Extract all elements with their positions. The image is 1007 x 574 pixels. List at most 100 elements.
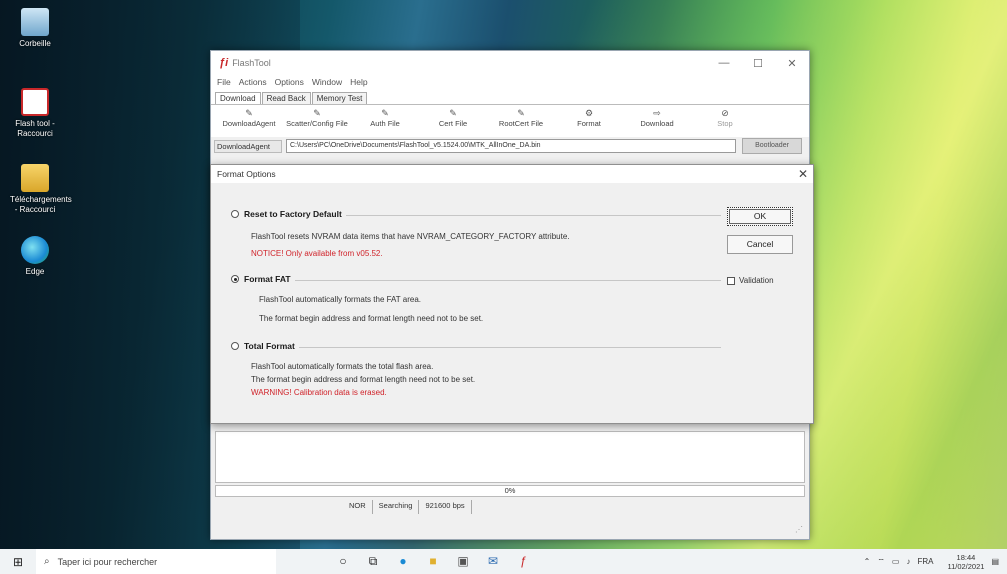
search-placeholder: Taper ici pour rechercher [57, 556, 158, 567]
cortana-icon[interactable]: ○ [328, 554, 358, 569]
status-bar: NOR Searching 921600 bps [215, 500, 805, 514]
menu-actions[interactable]: Actions [239, 77, 267, 87]
radio-total-format[interactable] [231, 342, 239, 350]
dialog-title: Format Options [217, 169, 276, 179]
option-reset-notice: NOTICE! Only available from v05.52. [251, 249, 383, 258]
option-total-desc: FlashTool automatically formats the tota… [251, 362, 434, 371]
taskbar-apps: ○ ⧉ ● ■ ▣ ✉ ƒ [328, 554, 538, 569]
menu-file[interactable]: File [217, 77, 231, 87]
menu-bar: File Actions Options Window Help [211, 75, 809, 89]
format-button[interactable]: ⚙ Format [555, 105, 623, 137]
format-icon: ⚙ [584, 108, 594, 118]
cert-file-icon: ✎ [449, 108, 457, 118]
taskbar: ⊞ ⌕ Taper ici pour rechercher ○ ⧉ ● ■ ▣ … [0, 549, 1007, 574]
download-button[interactable]: ⇨ Download [623, 105, 691, 137]
store-icon[interactable]: ▣ [448, 554, 478, 569]
tab-read-back[interactable]: Read Back [261, 92, 311, 104]
option-reset-desc: FlashTool resets NVRAM data items that h… [251, 232, 570, 241]
download-agent-icon: ✎ [245, 108, 253, 118]
option-total-format[interactable]: Total Format [231, 341, 299, 351]
download-icon: ⇨ [653, 108, 661, 118]
search-icon: ⌕ [44, 556, 50, 567]
menu-help[interactable]: Help [350, 77, 367, 87]
status-state: Searching [373, 500, 420, 514]
cancel-button[interactable]: Cancel [727, 235, 793, 254]
volume-icon[interactable]: ♪ [906, 557, 910, 566]
clock[interactable]: 18:44 11/02/2021 [940, 553, 984, 571]
clock-date: 11/02/2021 [947, 561, 985, 571]
download-agent-path-field[interactable]: C:\Users\PC\OneDrive\Documents\FlashTool… [286, 139, 736, 153]
cert-file-button[interactable]: ✎ Cert File [419, 105, 487, 137]
validation-checkbox-box[interactable] [727, 276, 735, 285]
ok-button[interactable]: OK [727, 207, 793, 226]
option-fat-desc: FlashTool automatically formats the FAT … [259, 295, 421, 304]
toolbar: ✎ DownloadAgent ✎ Scatter/Config File ✎ … [211, 105, 809, 137]
folder-icon [21, 164, 49, 192]
clock-time: 18:44 [956, 552, 976, 562]
download-agent-label: DownloadAgent [214, 139, 282, 153]
start-button[interactable]: ⊞ [0, 555, 36, 569]
recycle-bin-icon [21, 8, 49, 36]
menu-options[interactable]: Options [275, 77, 304, 87]
scatter-file-icon: ✎ [313, 108, 321, 118]
tab-strip: Download Read Back Memory Test [211, 89, 809, 105]
desktop-icon-edge[interactable]: Edge [10, 236, 60, 277]
desktop-icon-flashtool[interactable]: Flash tool - Raccourci [10, 88, 60, 139]
progress-bar: 0% [215, 485, 805, 497]
option-group-format-fat: Format FAT FlashTool automatically forma… [231, 274, 721, 340]
network-icon[interactable]: ⌔ [877, 557, 885, 567]
validation-checkbox[interactable]: Validation [727, 276, 774, 285]
desktop-icon-downloads[interactable]: Téléchargements - Raccourci [10, 164, 72, 215]
flashtool-app-icon: ƒi [219, 57, 229, 69]
tray-overflow-icon[interactable]: ⌃ [864, 557, 871, 566]
option-format-fat[interactable]: Format FAT [231, 274, 295, 284]
status-baud: 921600 bps [419, 500, 472, 514]
status-mode: NOR [343, 500, 373, 514]
close-button[interactable]: ✕ [775, 57, 809, 70]
file-explorer-icon[interactable]: ■ [418, 554, 448, 569]
flashtool-shortcut-icon [21, 88, 49, 116]
desktop-icon-recycle-bin[interactable]: Corbeille [10, 8, 60, 49]
option-group-total-format: Total Format FlashTool automatically for… [231, 341, 721, 407]
download-agent-button[interactable]: ✎ DownloadAgent [215, 105, 283, 137]
taskbar-search[interactable]: ⌕ Taper ici pour rechercher [36, 549, 276, 574]
option-total-note: The format begin address and format leng… [251, 375, 476, 384]
system-tray: ⌃ ⌔ ▭ ♪ FRA 18:44 11/02/2021 ▤ [857, 549, 999, 574]
radio-reset-factory[interactable] [231, 210, 239, 218]
flashtool-taskbar-icon[interactable]: ƒ [508, 554, 538, 569]
edge-icon [21, 236, 49, 264]
tab-memory-test[interactable]: Memory Test [311, 92, 368, 104]
dialog-title-bar[interactable]: Format Options ✕ [211, 165, 813, 183]
rootcert-file-icon: ✎ [517, 108, 525, 118]
option-total-warning: WARNING! Calibration data is erased. [251, 388, 387, 397]
auth-file-button[interactable]: ✎ Auth File [351, 105, 419, 137]
option-reset-factory[interactable]: Reset to Factory Default [231, 209, 346, 219]
title-bar[interactable]: ƒi FlashTool — ☐ ✕ [211, 51, 809, 75]
radio-format-fat[interactable] [231, 275, 239, 283]
option-fat-note: The format begin address and format leng… [259, 314, 484, 323]
rootcert-file-button[interactable]: ✎ RootCert File [487, 105, 555, 137]
status-spacer [215, 500, 343, 514]
edge-taskbar-icon[interactable]: ● [388, 554, 418, 569]
menu-window[interactable]: Window [312, 77, 342, 87]
task-view-icon[interactable]: ⧉ [358, 554, 388, 569]
scatter-file-button[interactable]: ✎ Scatter/Config File [283, 105, 351, 137]
stop-icon: ⊘ [721, 108, 729, 118]
mail-icon[interactable]: ✉ [478, 554, 508, 569]
bootloader-button[interactable]: Bootloader [742, 138, 802, 154]
option-group-reset: Reset to Factory Default FlashTool reset… [231, 209, 721, 275]
log-area [215, 431, 805, 483]
minimize-button[interactable]: — [707, 57, 741, 69]
dialog-close-button[interactable]: ✕ [793, 167, 813, 181]
format-options-dialog: Format Options ✕ Reset to Factory Defaul… [210, 164, 814, 424]
stop-button[interactable]: ⊘ Stop [691, 105, 759, 137]
language-indicator[interactable]: FRA [917, 557, 933, 566]
notifications-icon[interactable]: ▤ [991, 557, 999, 566]
tab-download[interactable]: Download [215, 92, 261, 104]
auth-file-icon: ✎ [381, 108, 389, 118]
maximize-button[interactable]: ☐ [741, 57, 775, 70]
window-title: FlashTool [232, 58, 271, 68]
download-agent-row: DownloadAgent C:\Users\PC\OneDrive\Docum… [211, 137, 809, 155]
resize-grip[interactable]: ⋰ [795, 525, 805, 535]
battery-icon[interactable]: ▭ [892, 557, 900, 566]
